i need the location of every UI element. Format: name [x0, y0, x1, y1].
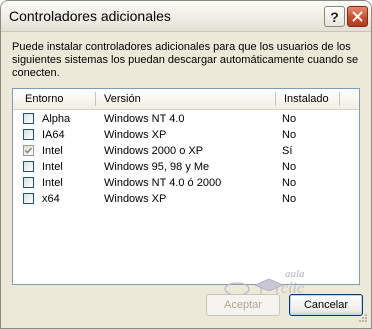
cell-version: Windows NT 4.0 ó 2000	[104, 177, 222, 189]
column-divider[interactable]	[95, 92, 96, 106]
cell-version: Windows XP	[104, 129, 167, 141]
description-text: Puede instalar controladores adicionales…	[12, 41, 362, 80]
cell-version: Windows 2000 o XP	[104, 145, 204, 157]
description-line: conecten.	[12, 67, 60, 79]
list-row[interactable]: x64 Windows XP No	[13, 191, 359, 207]
column-header-environment[interactable]: Entorno	[25, 93, 64, 105]
resize-grip-icon[interactable]	[356, 313, 368, 325]
cancel-button[interactable]: Cancelar	[289, 294, 363, 316]
row-checkbox[interactable]	[23, 113, 34, 124]
drivers-list[interactable]: Entorno Versión Instalado Alpha Windows …	[12, 88, 360, 285]
list-row[interactable]: Intel Windows NT 4.0 ó 2000 No	[13, 175, 359, 191]
list-row[interactable]: Intel Windows 2000 o XP Sí	[13, 143, 359, 159]
svg-text:aula: aula	[285, 268, 305, 280]
cell-version: Windows XP	[104, 193, 167, 205]
checkmark-icon	[24, 147, 33, 154]
row-checkbox-checked[interactable]	[23, 145, 34, 156]
column-divider[interactable]	[275, 92, 276, 106]
list-row[interactable]: IA64 Windows XP No	[13, 127, 359, 143]
close-button[interactable]	[347, 6, 368, 27]
title-bar[interactable]: Controladores adicionales ?	[1, 1, 371, 32]
cell-environment: Intel	[42, 161, 63, 173]
column-divider[interactable]	[339, 92, 340, 106]
cell-installed: No	[282, 177, 297, 189]
cell-installed: No	[282, 161, 297, 173]
cell-version: Windows NT 4.0	[104, 113, 185, 125]
cell-version: Windows 95, 98 y Me	[104, 161, 210, 173]
cell-environment: x64	[42, 193, 60, 205]
cell-installed: Sí	[282, 145, 293, 157]
row-checkbox[interactable]	[23, 129, 34, 140]
row-checkbox[interactable]	[23, 193, 34, 204]
column-header-installed[interactable]: Instalado	[284, 93, 329, 105]
list-row[interactable]: Alpha Windows NT 4.0 No	[13, 111, 359, 127]
window-title: Controladores adicionales	[9, 8, 171, 24]
row-checkbox[interactable]	[23, 177, 34, 188]
dialog-window: Controladores adicionales ? Puede instal…	[0, 0, 372, 329]
cell-installed: No	[282, 113, 297, 125]
cell-environment: Intel	[42, 177, 63, 189]
cell-installed: No	[282, 193, 297, 205]
description-line: Puede instalar controladores adicionales…	[12, 41, 351, 53]
close-icon	[352, 11, 363, 22]
help-icon: ?	[330, 8, 339, 25]
cell-environment: Alpha	[42, 113, 71, 125]
help-button[interactable]: ?	[324, 6, 345, 27]
cell-environment: Intel	[42, 145, 63, 157]
column-header-version[interactable]: Versión	[104, 93, 141, 105]
list-header: Entorno Versión Instalado	[13, 89, 359, 110]
description-line: siguientes sistemas los puedan descargar…	[12, 54, 359, 66]
cell-environment: IA64	[42, 129, 65, 141]
cell-installed: No	[282, 129, 297, 141]
row-checkbox[interactable]	[23, 161, 34, 172]
ok-button[interactable]: Aceptar	[206, 294, 280, 316]
list-row[interactable]: Intel Windows 95, 98 y Me No	[13, 159, 359, 175]
